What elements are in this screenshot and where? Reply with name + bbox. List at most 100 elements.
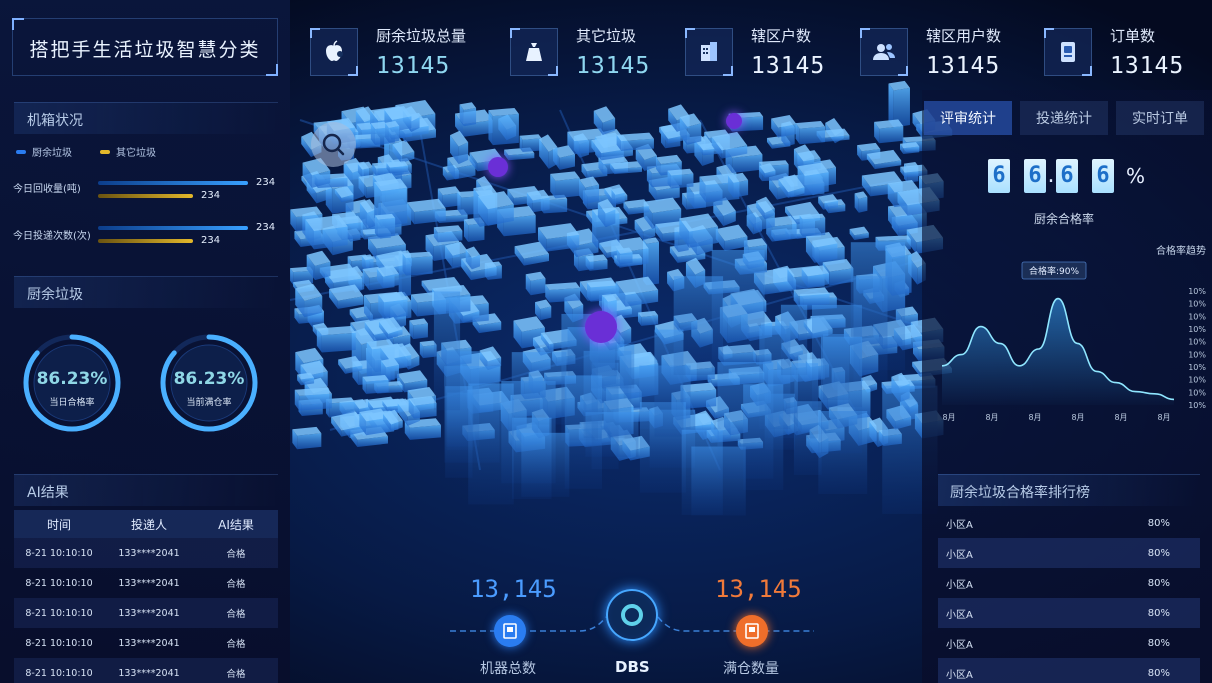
full-bin-node-icon[interactable]: [736, 615, 768, 647]
legend-other-label: 其它垃圾: [116, 148, 156, 159]
ai-header: AI结果: [14, 474, 278, 506]
list-item[interactable]: 小区A 80%: [938, 628, 1200, 658]
bar-recycle-blue: [98, 181, 248, 185]
y-tick-label: 10%: [1188, 338, 1206, 347]
bar-deliveries-blue-value: 234: [256, 222, 276, 233]
legend-swatch-yellow: [100, 149, 110, 154]
list-item[interactable]: 小区A 80%: [938, 598, 1200, 628]
order-icon: [1044, 28, 1092, 76]
trend-area: [942, 298, 1174, 405]
ai-title: AI结果: [27, 485, 69, 501]
trend-tooltip: 合格率:90%: [1029, 265, 1079, 277]
table-row[interactable]: 8-21 10:10:10 133****2041 合格: [14, 598, 278, 628]
cell-sender: 133****2041: [118, 667, 180, 679]
cell-result: 合格: [226, 609, 246, 620]
rank-name: 小区A: [946, 609, 973, 621]
y-tick-label: 10%: [1188, 401, 1206, 410]
table-row[interactable]: 8-21 10:10:10 133****2041 合格: [14, 658, 278, 683]
bar-label-deliveries: 今日投递次数(次): [13, 231, 91, 242]
legend-kitchen: 厨余垃圾: [16, 144, 72, 159]
y-tick-label: 10%: [1188, 376, 1206, 385]
map-pin-icon[interactable]: [488, 157, 508, 177]
rank-value: 80%: [1147, 547, 1170, 559]
table-row[interactable]: 8-21 10:10:10 133****2041 合格: [14, 538, 278, 568]
cell-result: 合格: [226, 549, 246, 560]
list-item[interactable]: 小区A 80%: [938, 538, 1200, 568]
stat-orders-label: 订单数: [1110, 27, 1156, 45]
tab-delivery-stats[interactable]: 投递统计: [1020, 101, 1108, 135]
ring-daily-value: 86.23%: [36, 369, 108, 389]
x-tick-label: 8月: [1028, 413, 1041, 422]
y-tick-label: 10%: [1188, 300, 1206, 309]
stat-kitchen-value: 13145: [376, 53, 451, 79]
list-item[interactable]: 小区A 80%: [938, 658, 1200, 683]
ring-full-caption: 当前满仓率: [186, 398, 232, 408]
full-count-value: 13,145: [715, 575, 802, 603]
list-item[interactable]: 小区A 80%: [938, 568, 1200, 598]
ranking-title: 厨余垃圾合格率排行榜: [950, 485, 1090, 501]
stat-households-label: 辖区户数: [751, 27, 812, 45]
rank-value: 80%: [1147, 667, 1170, 679]
stat-households-value: 13145: [751, 53, 826, 79]
stat-users-label: 辖区用户数: [926, 27, 1002, 45]
stat-other-value: 13145: [576, 53, 651, 79]
map-pin-icon[interactable]: [726, 113, 742, 129]
tab-realtime-orders[interactable]: 实时订单: [1116, 101, 1204, 135]
y-tick-label: 10%: [1188, 312, 1206, 321]
bin-status-header: 机箱状况: [14, 102, 278, 134]
col-result: AI结果: [218, 517, 254, 532]
digit: 6: [1024, 159, 1046, 193]
users-icon: [860, 28, 908, 76]
rank-name: 小区A: [946, 669, 973, 681]
percent-sign: %: [1126, 164, 1146, 188]
map-pin-icon[interactable]: [585, 311, 617, 343]
rank-value: 80%: [1147, 577, 1170, 589]
rank-value: 80%: [1147, 607, 1170, 619]
stat-other-label: 其它垃圾: [576, 27, 637, 45]
dbs-hub-icon[interactable]: [606, 589, 658, 641]
cell-result: 合格: [226, 579, 246, 590]
machine-summary: 13,145 13,145 机器总数 DBS 满仓数量: [430, 565, 830, 683]
bar-deliveries-yellow-value: 234: [201, 235, 221, 246]
search-button[interactable]: [311, 122, 356, 167]
ring-full-rate: 86.23% 当前满仓率: [159, 333, 259, 433]
stat-orders-value: 13145: [1110, 53, 1185, 79]
rank-name: 小区A: [946, 519, 973, 531]
ai-table-header: 时间 投递人 AI结果: [14, 510, 278, 538]
trash-bag-icon: [510, 28, 558, 76]
legend-other: 其它垃圾: [100, 144, 156, 159]
legend-kitchen-label: 厨余垃圾: [32, 148, 72, 159]
cell-sender: 133****2041: [118, 637, 180, 649]
pass-rate-caption: 厨余合格率: [1034, 212, 1095, 226]
ranking-list: 小区A 80% 小区A 80% 小区A 80% 小区A 80% 小区A 80% …: [938, 508, 1200, 683]
table-row[interactable]: 8-21 10:10:10 133****2041 合格: [14, 628, 278, 658]
digit: 6: [1092, 159, 1114, 193]
pass-rate-digits: 6 6 . 6 6 %: [988, 159, 1145, 193]
table-row[interactable]: 8-21 10:10:10 133****2041 合格: [14, 568, 278, 598]
cell-time: 8-21 10:10:10: [25, 607, 93, 619]
building-icon: [685, 28, 733, 76]
left-panel: 搭把手生活垃圾智慧分类 机箱状况 厨余垃圾 其它垃圾 今日回收量(吨) 234 …: [0, 0, 290, 683]
bin-status-title: 机箱状况: [27, 113, 83, 129]
cell-result: 合格: [226, 639, 246, 650]
title-frame: 搭把手生活垃圾智慧分类: [12, 18, 278, 76]
bar-label-recycle: 今日回收量(吨): [13, 184, 81, 195]
cell-sender: 133****2041: [118, 607, 180, 619]
machine-total-value: 13,145: [470, 575, 557, 603]
rank-name: 小区A: [946, 549, 973, 561]
x-tick-label: 8月: [1071, 413, 1084, 422]
bar-recycle-yellow-value: 234: [201, 190, 221, 201]
stat-users-value: 13145: [926, 53, 1001, 79]
stat-kitchen-label: 厨余垃圾总量: [376, 27, 467, 45]
ring-full-value: 86.23%: [173, 369, 245, 389]
cell-result: 合格: [226, 669, 246, 680]
trend-chart[interactable]: 10% 10% 10% 10% 10% 10% 10% 10% 10% 10% 8月 8月 8月 8月 8…: [930, 255, 1212, 430]
cell-time: 8-21 10:10:10: [25, 577, 93, 589]
tab-review-stats[interactable]: 评审统计: [924, 101, 1012, 135]
col-time: 时间: [46, 517, 71, 532]
ranking-header: 厨余垃圾合格率排行榜: [938, 474, 1200, 506]
list-item[interactable]: 小区A 80%: [938, 508, 1200, 538]
apple-icon: [310, 28, 358, 76]
machine-node-icon[interactable]: [494, 615, 526, 647]
y-tick-label: 10%: [1188, 388, 1206, 397]
